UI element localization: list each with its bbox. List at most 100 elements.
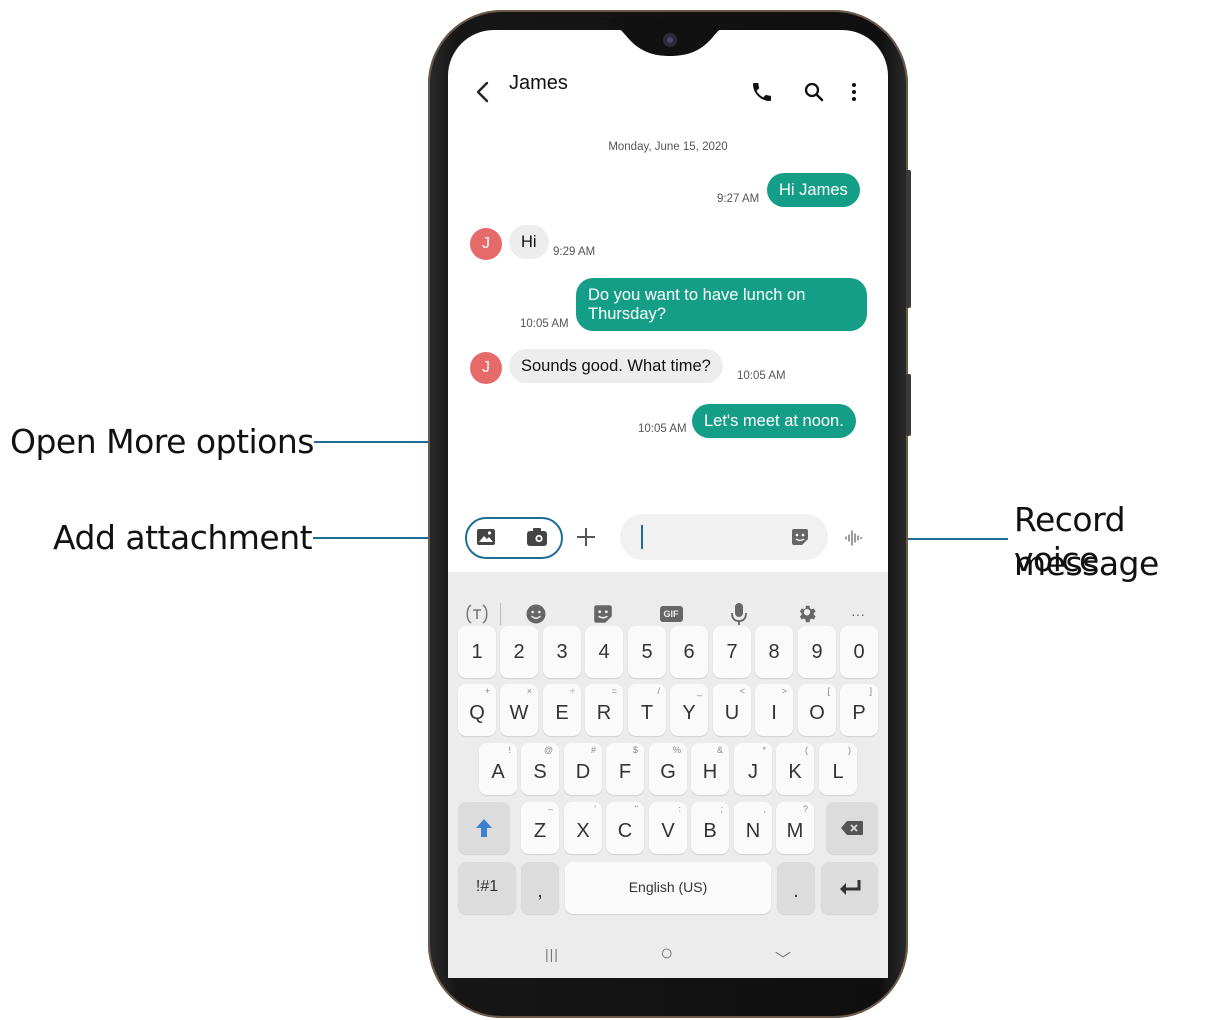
voice-wave-icon[interactable] [844,528,864,548]
key-6[interactable]: 6 [670,626,708,678]
key-x[interactable]: ' X [564,802,602,854]
key-symbol: [ [827,686,830,696]
back-arrow-icon[interactable] [470,78,496,106]
symbols-key[interactable]: !#1 [458,862,516,914]
message-text-line: Do you want to have lunch on [588,286,806,304]
period-key[interactable]: . [777,862,815,914]
key-symbol: & [716,745,723,755]
recents-nav-icon[interactable]: ||| [545,946,559,962]
key-7[interactable]: 7 [713,626,751,678]
key-z[interactable]: – Z [521,802,559,854]
message-time: 10:05 AM [638,423,687,435]
key-5[interactable]: 5 [628,626,666,678]
key-label: T [640,702,654,724]
key-k[interactable]: (K [776,743,814,795]
key-symbol: : [678,804,681,814]
message-time: 9:29 AM [553,246,596,258]
key-symbol: > [781,686,787,696]
key-2[interactable]: 2 [500,626,538,678]
key-label: 0 [853,641,865,663]
translate-icon[interactable] [464,602,490,626]
plus-icon[interactable] [574,525,598,549]
key-u[interactable]: < U [713,684,751,736]
back-nav-icon[interactable]: ﹀ [775,946,791,970]
message-bubble-outgoing[interactable]: Hi James [767,173,860,207]
key-r[interactable]: = R [585,684,623,736]
message-bubble-incoming[interactable]: Hi [509,225,549,259]
message-time: 9:27 AM [717,193,760,205]
key-label: U [724,702,740,724]
key-v[interactable]: :V [649,802,687,854]
key-e[interactable]: ÷ E [543,684,581,736]
key-label: English (US) [628,879,708,895]
key-label: 8 [768,641,780,663]
key-symbol: – [547,804,553,814]
space-key[interactable]: English (US) [565,862,771,914]
settings-icon[interactable] [796,602,818,626]
key-label: F [618,761,632,783]
message-bubble-outgoing[interactable]: Do you want to have lunch on Thursday? [576,278,867,331]
key-label: S [533,761,547,783]
key-label: W [509,702,529,724]
key-label: Q [469,702,485,724]
key-1[interactable]: 1 [458,626,496,678]
key-0[interactable]: 0 [840,626,878,678]
key-n[interactable]: ,N [734,802,772,854]
key-label: 1 [471,641,483,663]
more-horiz-icon[interactable]: ··· [848,602,868,626]
contact-name: James [509,72,568,94]
key-o[interactable]: [O [798,684,836,736]
emoji-icon[interactable] [525,602,547,626]
key-3[interactable]: 3 [543,626,581,678]
key-b[interactable]: ; B [691,802,729,854]
message-bubble-incoming[interactable]: Sounds good. What time? [509,349,723,383]
key-t[interactable]: / T [628,684,666,736]
home-nav-icon[interactable]: ○ [660,940,673,966]
key-label: P [852,702,866,724]
comma-key[interactable]: , [521,862,559,914]
sticker-icon[interactable] [592,602,614,626]
key-i[interactable]: > I [755,684,793,736]
more-vert-icon[interactable] [842,80,866,104]
key-4[interactable]: 4 [585,626,623,678]
callout-open-more-options: Open More options [10,422,314,461]
backspace-icon [841,821,863,835]
key-y[interactable]: _ Y [670,684,708,736]
key-9[interactable]: 9 [798,626,836,678]
message-bubble-outgoing[interactable]: Let's meet at noon. [692,404,856,438]
key-f[interactable]: $ F [606,743,644,795]
backspace-key[interactable] [826,802,878,854]
phone-icon[interactable] [750,80,774,104]
key-symbol: % [672,745,681,755]
enter-icon [840,880,861,895]
key-d[interactable]: # D [564,743,602,795]
key-p[interactable]: ] P [840,684,878,736]
key-g[interactable]: % G [649,743,687,795]
key-l[interactable]: ) L [819,743,857,795]
mic-icon[interactable] [729,602,749,626]
sticker-icon[interactable] [790,527,810,547]
gallery-icon[interactable] [476,528,496,546]
key-a[interactable]: ! A [479,743,517,795]
key-c[interactable]: " C [606,802,644,854]
key-8[interactable]: 8 [755,626,793,678]
key-s[interactable]: @ S [521,743,559,795]
key-symbol: @ [543,745,553,755]
key-label: . [793,880,799,902]
gif-icon[interactable]: GIF [658,602,684,626]
key-symbol: ' [594,804,596,814]
key-symbol: × [526,686,532,696]
camera-icon[interactable] [526,527,548,547]
key-w[interactable]: × W [500,684,538,736]
shift-key[interactable] [458,802,510,854]
search-icon[interactable] [802,80,826,104]
key-j[interactable]: * J [734,743,772,795]
contact-avatar[interactable]: J [470,228,502,260]
message-time: 10:05 AM [520,318,569,330]
key-m[interactable]: ? M [776,802,814,854]
gif-label: GIF [659,606,683,622]
key-q[interactable]: + Q [458,684,496,736]
contact-avatar[interactable]: J [470,352,502,384]
key-h[interactable]: & H [691,743,729,795]
enter-key[interactable] [821,862,878,914]
